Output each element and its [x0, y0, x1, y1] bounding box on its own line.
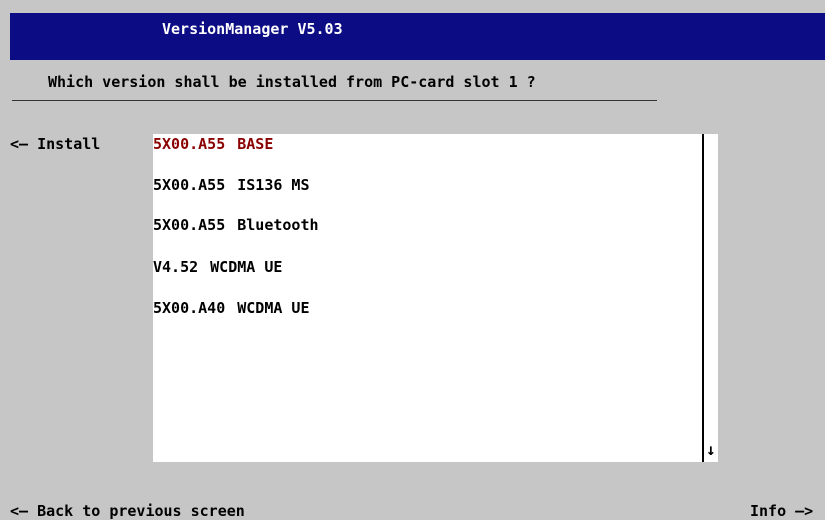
version-number: V4.52 [153, 258, 199, 276]
version-number: 5X00.A55 [153, 176, 226, 194]
version-number: 5X00.A55 [153, 135, 226, 153]
version-description: WCDMA UE [210, 258, 283, 276]
version-item[interactable]: 5X00.A55 BASE [153, 135, 273, 157]
version-number: 5X00.A55 [153, 216, 226, 234]
install-softkey[interactable]: <— Install [10, 135, 100, 153]
install-question: Which version shall be installed from PC… [48, 73, 536, 91]
version-item[interactable]: V4.52 WCDMA UE [153, 258, 282, 280]
back-softkey[interactable]: <— Back to previous screen [10, 502, 245, 520]
question-divider [12, 100, 657, 101]
version-item[interactable]: 5X00.A55 Bluetooth [153, 216, 319, 238]
version-item[interactable]: 5X00.A55 IS136 MS [153, 176, 310, 198]
scrollbar-track[interactable] [702, 134, 704, 462]
version-description: Bluetooth [237, 216, 319, 234]
version-description: BASE [237, 135, 274, 153]
version-item[interactable]: 5X00.A40 WCDMA UE [153, 299, 310, 321]
version-number: 5X00.A40 [153, 299, 226, 317]
version-description: IS136 MS [237, 176, 310, 194]
scroll-down-arrow-icon[interactable]: ↓ [706, 441, 716, 459]
window-title: VersionManager V5.03 [162, 20, 343, 38]
info-softkey[interactable]: Info —> [750, 502, 813, 520]
version-description: WCDMA UE [237, 299, 310, 317]
title-bar [10, 13, 825, 60]
version-list[interactable]: 5X00.A55 BASE 5X00.A55 IS136 MS 5X00.A55 Bl… [153, 134, 718, 462]
